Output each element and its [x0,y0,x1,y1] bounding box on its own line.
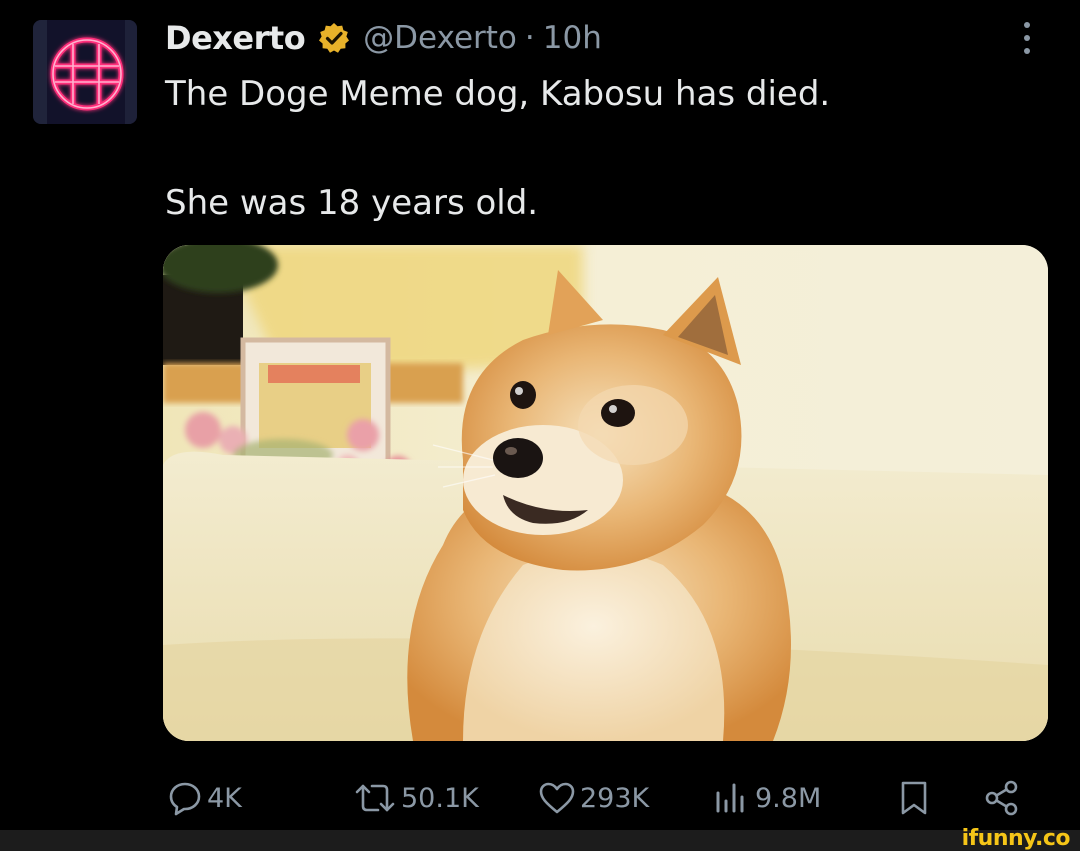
like-button[interactable]: 293K [537,770,649,826]
tweet-actions-bar: 4K 50.1K 293K 9.8M [0,770,1080,826]
repost-button[interactable]: 50.1K [352,770,479,826]
views-button[interactable]: 9.8M [712,770,821,826]
bookmark-icon [901,781,927,815]
views-bar-chart-icon [716,783,744,813]
bookmark-button[interactable] [896,770,932,826]
avatar[interactable] [33,20,137,124]
author-handle[interactable]: @Dexerto [363,20,517,56]
tweet-header: Dexerto @Dexerto · 10h [165,14,602,62]
tweet-text-line: She was 18 years old. [165,183,539,223]
like-count: 293K [580,782,650,814]
ifunny-watermark: ifunny.co [961,826,1071,851]
verified-badge-icon[interactable] [317,21,351,55]
more-options-icon[interactable] [1022,22,1032,60]
tweet: Dexerto @Dexerto · 10h The Doge Meme dog… [0,0,1080,830]
tweet-text-line: The Doge Meme dog, Kabosu has died. [165,74,831,114]
header-separator: · [524,20,535,56]
dexerto-logo-icon [33,20,137,124]
repost-count: 50.1K [401,782,479,814]
share-icon [985,780,1018,816]
shiba-inu-photo-icon [163,245,1048,741]
author-display-name[interactable]: Dexerto [165,19,306,57]
tweet-media-image[interactable] [163,245,1048,741]
repost-icon [355,784,395,812]
reply-count: 4K [207,782,242,814]
heart-icon [539,782,575,814]
reply-button[interactable]: 4K [166,770,242,826]
tweet-timestamp[interactable]: 10h [543,20,602,56]
share-button[interactable] [982,770,1022,826]
watermark-bar [0,830,1080,851]
views-count: 9.8M [755,782,822,814]
reply-icon [169,782,201,816]
